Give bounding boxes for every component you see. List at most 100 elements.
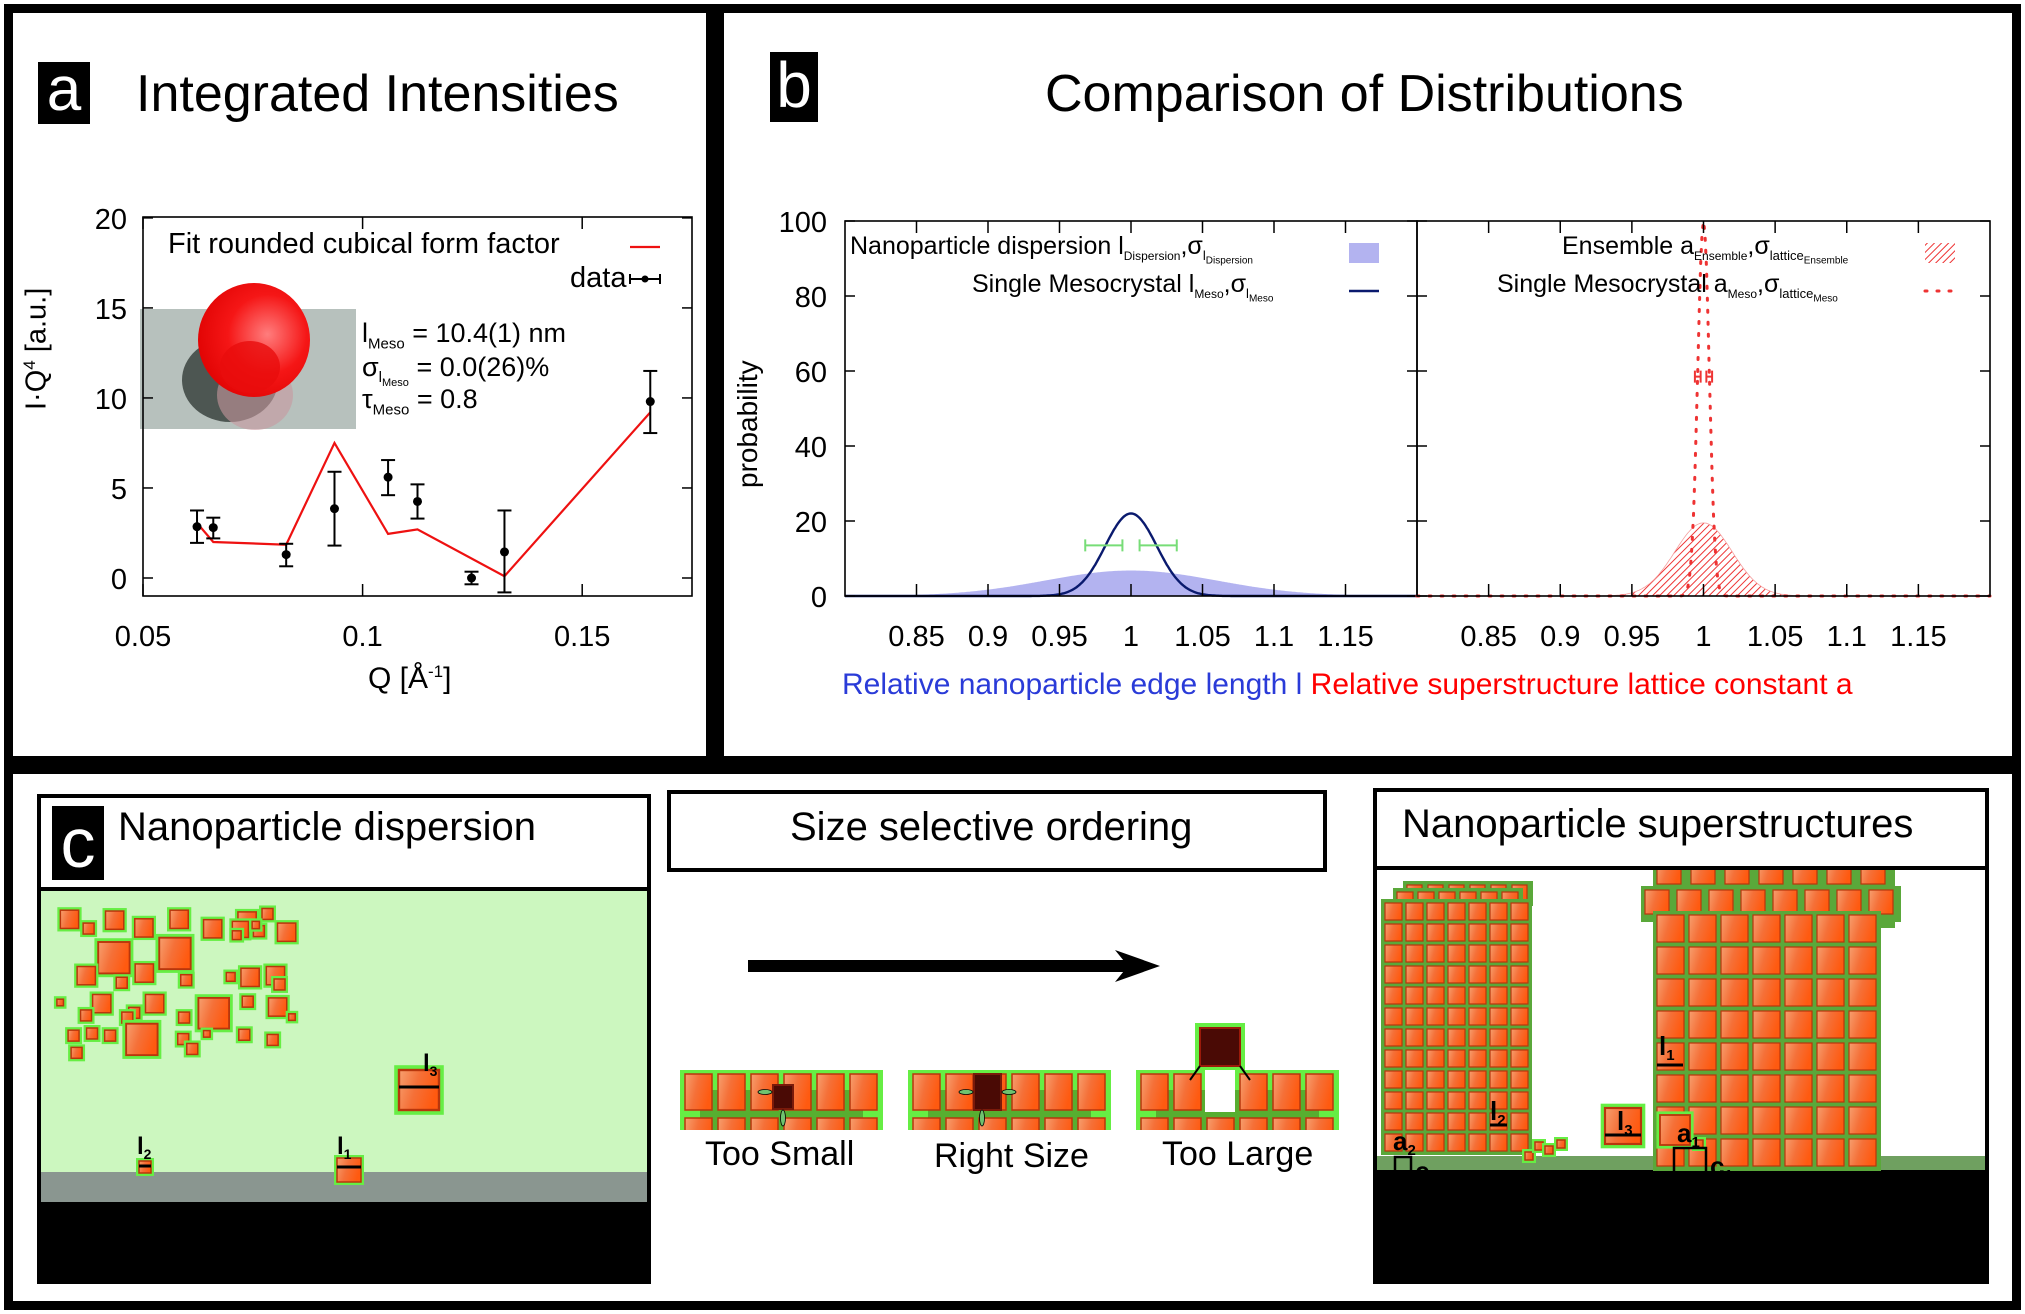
superstructure-scene: l3l1l2 a1c1a2c2 [1377,870,1985,1280]
data-point [410,483,425,520]
nanoparticle [235,1026,253,1044]
lattice-particle [1724,870,1750,885]
y-axis-label-a: I·Q4 [a.u.] [20,288,54,410]
lattice-particle [816,1117,845,1130]
subscript: 2 [1497,1112,1505,1129]
lattice-particle [1426,965,1445,984]
lattice-particle [1447,965,1466,984]
nanoparticle [102,908,127,933]
lattice-particle [1688,914,1717,943]
x-tick-label: 1.1 [1254,621,1294,653]
lattice-particle [1758,870,1784,885]
x-tick-label: 1.15 [1890,621,1946,653]
lattice-particle [1752,946,1781,975]
data-point [190,509,205,544]
x-axis-label-a: Q [Å-1] [368,662,451,696]
nanoparticle [167,907,192,932]
y-tick-label: 100 [779,207,827,239]
lattice-particle [1426,1028,1445,1047]
lattice-particle [1173,1073,1202,1111]
x-tick-label: 1.15 [1317,621,1373,653]
lattice-particle [1384,1028,1403,1047]
lattice-particle [1447,1028,1466,1047]
particle-core [79,1009,93,1022]
x-tick-label: 1 [1123,621,1139,653]
particle-core [85,1027,99,1040]
data-point [279,542,294,568]
nanoparticle [271,975,289,993]
lattice-particle [1752,1042,1781,1071]
small-mesocrystal [1381,899,1532,1155]
particle-core [177,1011,191,1024]
nanoparticle [94,938,134,978]
data-marker [413,496,422,506]
substrate-base [41,1202,647,1280]
nanoparticle [57,907,82,932]
lattice-particle [1656,946,1685,975]
nanoparticle [194,994,233,1033]
legend-text2: ,σ [1747,232,1770,260]
legend-ensemble: Ensemble aEnsemble,σlatticeEnsemble [1562,232,1848,267]
subscript: 1 [1691,1134,1699,1151]
lattice-particle [1720,1042,1749,1071]
data-point [381,459,396,497]
x-tick-label: 1.05 [1174,621,1230,653]
subscript: 1 [1724,1167,1732,1184]
lattice-particle [1676,889,1702,915]
lattice-particle [816,1073,845,1111]
particle-core [125,1022,159,1057]
nanoparticle [132,960,157,986]
lattice-particle [1816,1074,1845,1103]
xlabel-edge-length: Relative nanoparticle edge length l [842,668,1303,701]
large-particle [1199,1027,1241,1067]
param-subscript: Meso [368,335,405,353]
lattice-particle [1405,965,1424,984]
particle-core [273,978,286,991]
legend-text2: ,σ [1757,270,1780,298]
legend-sub: Meso [1727,287,1757,301]
lattice-particle [945,1117,974,1130]
particle-core [241,995,254,1008]
param-value: = 10.4(1) nm [412,318,567,348]
lattice-particle [1836,889,1862,915]
lattice-particle [1784,1010,1813,1039]
param-symbol: σ [362,352,379,382]
lattice-particle [1868,889,1894,915]
lattice-particle [1720,1106,1749,1135]
x-axis-label-b: Relative nanoparticle edge length l Rela… [842,668,1853,702]
lattice-particle [1044,1073,1073,1111]
legend-subsub2: Ensemble [1803,255,1849,267]
particle-core [103,1029,117,1042]
legend-text2: ,σ [1180,232,1203,260]
lattice-particle [1384,1070,1403,1089]
ligand-bond-icon [1001,1089,1017,1095]
nanoparticle [229,927,245,943]
nanoparticle [74,963,99,988]
nanoparticle [77,1006,95,1024]
lattice-particle [1784,1138,1813,1167]
lattice-particle [1272,1073,1301,1111]
lattice-particle [1426,923,1445,942]
subscript: 1 [1666,1047,1674,1064]
nanoparticle [122,1019,162,1059]
param-value: = 0.0(26)% [416,352,550,382]
lattice-particle [1405,1007,1424,1026]
particle-core [1534,1141,1544,1151]
ylabel-sup: 4 [20,360,39,370]
nanoparticle [177,971,195,989]
y-tick-label: 20 [95,204,127,236]
nanoparticle [68,1044,86,1062]
legend-sub: Meso [1194,287,1224,301]
lattice-particle [1468,1133,1487,1152]
ligand-bond-icon [979,1109,985,1127]
lattice-particle [1510,1091,1529,1110]
nanoparticle [142,991,167,1016]
particle-core [82,922,95,935]
lattice-particle [1752,978,1781,1007]
legend-ensemble-swatch [1925,243,1955,263]
y-axis-label-b: probability [732,360,763,488]
dispersion-scene: l1l2l3 [41,891,647,1280]
lattice-particle [1405,902,1424,921]
lattice-particle [1656,870,1682,885]
nanoparticle [274,920,299,945]
